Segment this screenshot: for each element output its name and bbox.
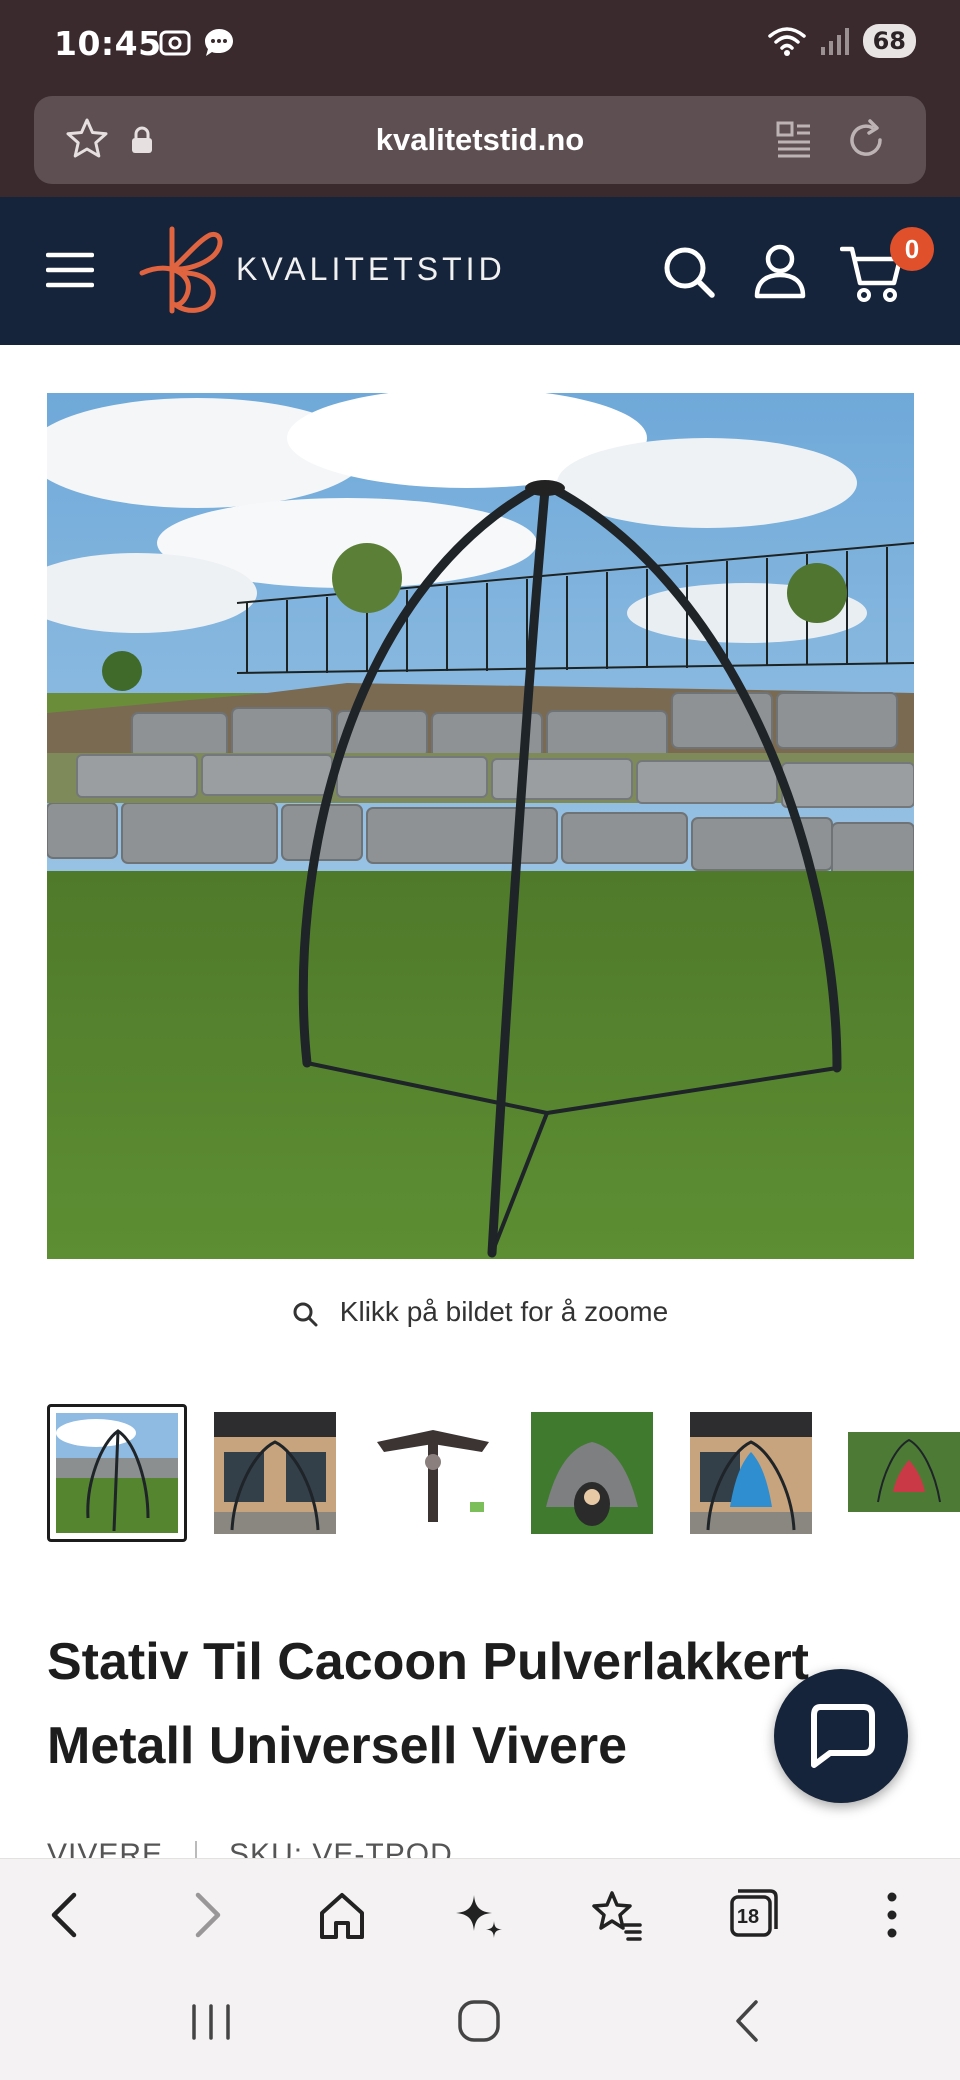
menu-icon[interactable] xyxy=(46,251,94,289)
search-icon[interactable] xyxy=(662,245,716,299)
thumbnail-5[interactable] xyxy=(690,1412,812,1534)
signal-icon xyxy=(820,28,849,55)
status-bar: 10:45 68 xyxy=(0,0,960,90)
browser-toolbar: kvalitetstid.no xyxy=(0,90,960,197)
wifi-icon xyxy=(767,27,806,56)
thumbnail-3[interactable] xyxy=(372,1412,494,1534)
thumbnail-strip xyxy=(47,1404,960,1544)
thumbnail-2[interactable] xyxy=(214,1412,336,1534)
zoom-icon xyxy=(293,1302,318,1327)
browser-bottom-toolbar: 18 xyxy=(0,1858,960,1966)
address-bar[interactable]: kvalitetstid.no xyxy=(34,96,926,184)
status-icons-right: 68 xyxy=(767,24,916,58)
reader-mode-icon[interactable] xyxy=(776,120,812,158)
sparkle-icon[interactable] xyxy=(450,1887,506,1943)
system-navigation-bar xyxy=(0,1966,960,2080)
site-header: KVALITETSTID 0 xyxy=(0,197,960,345)
home-icon[interactable] xyxy=(314,1887,370,1943)
thumbnail-1[interactable] xyxy=(47,1404,187,1542)
reload-icon[interactable] xyxy=(844,118,888,162)
brand-logo[interactable] xyxy=(138,223,226,317)
account-icon[interactable] xyxy=(754,243,806,299)
battery-indicator: 68 xyxy=(862,24,916,58)
forward-icon[interactable] xyxy=(178,1887,234,1943)
brand-name[interactable]: KVALITETSTID xyxy=(236,251,506,288)
zoom-hint: Klikk på bildet for å zoome xyxy=(0,1296,960,1328)
status-icons-left xyxy=(158,26,236,60)
more-icon[interactable] xyxy=(864,1887,920,1943)
tabs-button[interactable]: 18 xyxy=(724,1887,780,1943)
back-nav-icon[interactable] xyxy=(726,1998,770,2044)
product-title-line-1: Stativ Til Cacoon Pulverlakkert xyxy=(47,1633,809,1691)
zoom-hint-text: Klikk på bildet for å zoome xyxy=(339,1296,669,1327)
cart-count-badge: 0 xyxy=(890,227,934,271)
thumbnail-6[interactable] xyxy=(848,1412,960,1534)
tab-count: 18 xyxy=(736,1906,760,1928)
chat-button[interactable] xyxy=(774,1669,908,1803)
status-time: 10:45 xyxy=(54,24,162,63)
chat-icon xyxy=(811,1704,875,1768)
camera-icon xyxy=(159,30,191,56)
home-nav-icon[interactable] xyxy=(456,1998,502,2044)
back-icon[interactable] xyxy=(38,1887,94,1943)
recent-apps-icon[interactable] xyxy=(186,2000,236,2044)
bookmarks-icon[interactable] xyxy=(588,1887,644,1943)
thumbnail-4[interactable] xyxy=(531,1412,653,1534)
chat-bubble-icon xyxy=(205,29,233,56)
product-main-image[interactable] xyxy=(47,393,914,1259)
